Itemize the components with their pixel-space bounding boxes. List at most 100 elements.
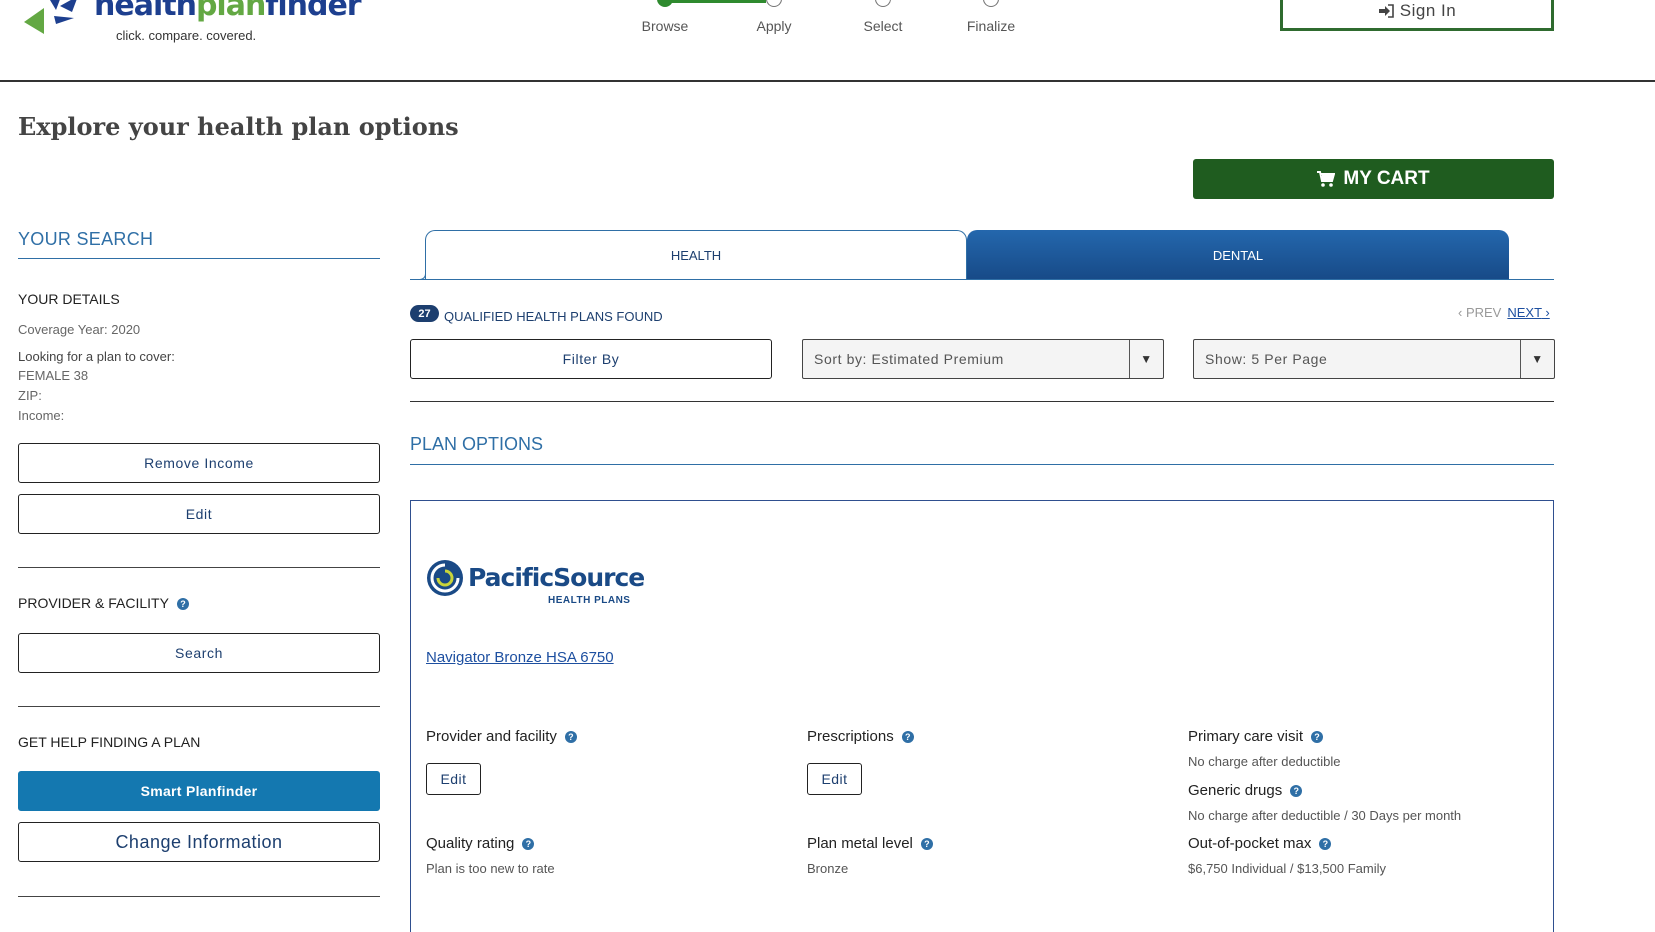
next-page-link[interactable]: NEXT › <box>1507 305 1549 320</box>
site-header: healthplanfinder click. compare. covered… <box>0 0 1655 82</box>
plan-count-text: QUALIFIED HEALTH PLANS FOUND <box>444 309 663 324</box>
sidebar-divider <box>18 706 380 707</box>
results-divider <box>410 401 1554 402</box>
my-cart-button[interactable]: MY CART <box>1193 159 1554 199</box>
caret-down-icon: ▼ <box>1129 340 1163 378</box>
tab-health[interactable]: HEALTH <box>425 230 967 280</box>
page-title: Explore your health plan options <box>18 112 459 141</box>
chevron-right-icon: › <box>1541 305 1550 320</box>
logo-plan: plan <box>195 0 266 23</box>
smart-planfinder-button[interactable]: Smart Planfinder <box>18 771 380 811</box>
provider-facility-attr-label: Provider and facility <box>426 728 557 745</box>
income-info: Income: <box>18 408 65 423</box>
quality-rating-label: Quality rating <box>426 835 515 852</box>
sort-select-value: Sort by: Estimated Premium <box>814 351 1004 367</box>
prev-label: PREV <box>1465 305 1502 320</box>
looking-for-label: Looking for a plan to cover: <box>18 349 175 364</box>
out-of-pocket-value: $6,750 Individual / $13,500 Family <box>1188 861 1387 876</box>
metal-level-label: Plan metal level <box>807 835 913 852</box>
get-help-label: GET HELP FINDING A PLAN <box>18 734 201 750</box>
pacificsource-mark-icon <box>427 560 463 596</box>
help-icon[interactable]: ? <box>564 731 577 744</box>
prescriptions-edit-button[interactable]: Edit <box>807 763 862 795</box>
provider-facility-text: PROVIDER & FACILITY <box>18 595 169 611</box>
change-information-button[interactable]: Change Information <box>18 822 380 862</box>
provider-facility-label: PROVIDER & FACILITY? <box>18 595 189 611</box>
help-icon[interactable]: ? <box>176 598 189 611</box>
sign-in-button[interactable]: Sign In <box>1280 0 1554 31</box>
metal-level-value: Bronze <box>807 861 849 876</box>
out-of-pocket-label: Out-of-pocket max <box>1188 835 1312 852</box>
carrier-subtitle: HEALTH PLANS <box>548 595 631 606</box>
help-icon[interactable]: ? <box>1311 731 1324 744</box>
sidebar-divider <box>18 567 380 568</box>
show-per-page-select[interactable]: Show: 5 Per Page ▼ <box>1193 339 1555 379</box>
coverage-year: Coverage Year: 2020 <box>18 322 141 337</box>
metal-level-attr: Plan metal level? <box>807 835 933 852</box>
provider-facility-attr: Provider and facility? <box>426 728 577 745</box>
logo-mark-icon <box>24 0 77 34</box>
show-select-value: Show: 5 Per Page <box>1205 351 1328 367</box>
help-icon[interactable]: ? <box>1290 785 1303 798</box>
sidebar-heading-rule <box>18 258 380 259</box>
member-info: FEMALE 38 <box>18 368 89 383</box>
sort-select[interactable]: Sort by: Estimated Premium ▼ <box>802 339 1164 379</box>
healthplanfinder-logo[interactable]: healthplanfinder click. compare. covered… <box>22 0 362 52</box>
step-select[interactable]: Select <box>864 18 903 34</box>
logo-finder: finder <box>265 0 361 23</box>
primary-care-value: No charge after deductible <box>1188 754 1341 769</box>
plan-name-link[interactable]: Navigator Bronze HSA 6750 <box>426 649 614 666</box>
logo-health: health <box>94 0 197 23</box>
help-icon[interactable]: ? <box>920 838 933 851</box>
tab-dental[interactable]: DENTAL <box>967 230 1509 280</box>
step-apply-dot <box>766 0 782 7</box>
your-details-label: YOUR DETAILS <box>18 291 120 307</box>
remove-income-button[interactable]: Remove Income <box>18 443 380 483</box>
cart-icon <box>1317 171 1336 187</box>
quality-rating-attr: Quality rating? <box>426 835 535 852</box>
chevron-left-icon: ‹ <box>1458 305 1466 320</box>
next-label: NEXT <box>1507 305 1542 320</box>
carrier-name: PacificSource <box>468 563 645 592</box>
generic-drugs-attr: Generic drugs? <box>1188 782 1303 799</box>
your-search-heading: YOUR SEARCH <box>18 229 154 249</box>
pacificsource-logo: PacificSource HEALTH PLANS <box>426 559 645 606</box>
step-browse-dot <box>657 0 673 7</box>
generic-drugs-value: No charge after deductible / 30 Days per… <box>1188 808 1462 823</box>
step-finalize[interactable]: Finalize <box>967 18 1015 34</box>
provider-search-button[interactable]: Search <box>18 633 380 673</box>
step-apply[interactable]: Apply <box>756 18 791 34</box>
plan-options-heading: PLAN OPTIONS <box>410 434 544 454</box>
plan-options-rule <box>410 464 1554 465</box>
edit-details-button[interactable]: Edit <box>18 494 380 534</box>
my-cart-label: MY CART <box>1343 168 1430 189</box>
logo-tagline: click. compare. covered. <box>116 28 257 43</box>
progress-line <box>666 0 766 3</box>
primary-care-attr: Primary care visit? <box>1188 728 1324 745</box>
help-icon[interactable]: ? <box>1319 838 1332 851</box>
plan-card: PacificSource HEALTH PLANS Navigator Bro… <box>410 500 1554 932</box>
help-icon[interactable]: ? <box>901 731 914 744</box>
quality-rating-value: Plan is too new to rate <box>426 861 555 876</box>
out-of-pocket-attr: Out-of-pocket max? <box>1188 835 1332 852</box>
sign-in-icon <box>1378 4 1394 18</box>
pager: ‹ PREV NEXT › <box>1458 305 1550 320</box>
prescriptions-attr: Prescriptions? <box>807 728 914 745</box>
zip-info: ZIP: <box>18 388 42 403</box>
primary-care-label: Primary care visit <box>1188 728 1304 745</box>
prev-page-link[interactable]: ‹ PREV <box>1458 305 1501 320</box>
step-select-dot <box>875 0 891 7</box>
filter-by-button[interactable]: Filter By <box>410 339 772 379</box>
step-finalize-dot <box>983 0 999 7</box>
generic-drugs-label: Generic drugs <box>1188 782 1283 799</box>
provider-edit-button[interactable]: Edit <box>426 763 481 795</box>
sign-in-label: Sign In <box>1399 1 1457 20</box>
sidebar-divider <box>18 896 380 897</box>
plan-count-badge: 27 <box>410 305 439 322</box>
help-icon[interactable]: ? <box>522 838 535 851</box>
prescriptions-label: Prescriptions <box>807 728 894 745</box>
logo-wordmark: healthplanfinder <box>94 0 362 23</box>
step-browse[interactable]: Browse <box>642 18 689 34</box>
caret-down-icon: ▼ <box>1520 340 1554 378</box>
tab-baseline <box>410 279 1554 280</box>
